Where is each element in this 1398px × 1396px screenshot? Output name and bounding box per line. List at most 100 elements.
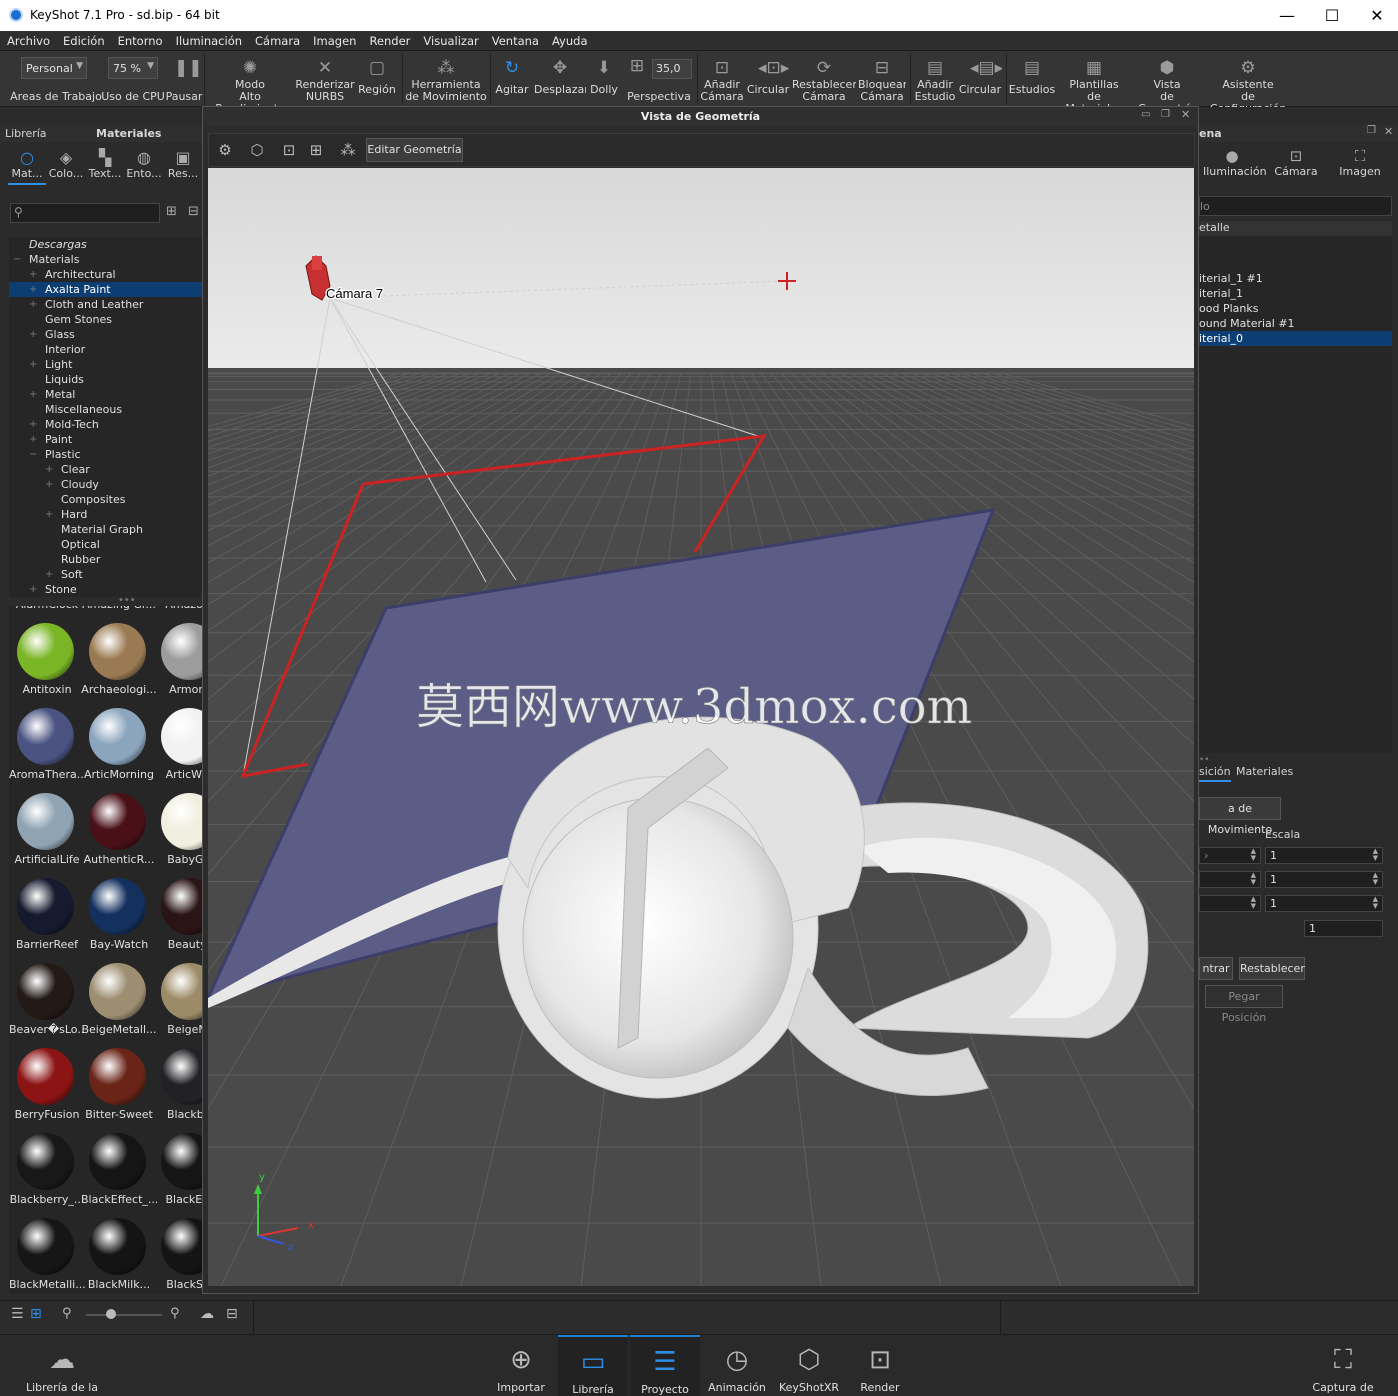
float-window-icon[interactable]: ❐: [1367, 125, 1376, 136]
scene-item[interactable]: [1199, 241, 1392, 256]
edit-geometry-button[interactable]: Editar Geometría: [366, 138, 463, 162]
project-button[interactable]: ☰ Proyecto: [630, 1335, 700, 1396]
tree-item[interactable]: Composites: [9, 492, 202, 507]
tree-expander-icon[interactable]: +: [29, 267, 37, 282]
material-thumbnail[interactable]: Antitoxin: [9, 613, 81, 698]
tree-item[interactable]: Rubber: [9, 552, 202, 567]
category-materials[interactable]: ○ Mat...: [8, 147, 46, 185]
tree-item[interactable]: + Stone: [9, 582, 202, 597]
lock-camera-button[interactable]: ⊟ Bloquear Cámara: [858, 51, 906, 107]
scene-tab-title[interactable]: ena: [1199, 127, 1222, 140]
tab-camera[interactable]: ⊡ Cámara: [1269, 147, 1323, 178]
position-y-input[interactable]: ▲ ▼: [1199, 871, 1261, 888]
category-colors[interactable]: ◈ Colo...: [47, 147, 85, 185]
menu-render[interactable]: Render: [362, 31, 416, 48]
performance-mode-button[interactable]: ✺Modo Alto Rendimiento: [208, 51, 292, 107]
scene-item[interactable]: iterial_0: [1199, 331, 1392, 346]
tree-item[interactable]: + Clear: [9, 462, 202, 477]
tree-item[interactable]: + Cloudy: [9, 477, 202, 492]
scale-x-input[interactable]: 1 ▲ ▼: [1265, 847, 1383, 864]
cloud-upload-icon[interactable]: ☁: [200, 1306, 214, 1322]
menu-ventana[interactable]: Ventana: [485, 31, 545, 48]
list-view-icon[interactable]: ☰: [11, 1306, 24, 1322]
tree-expander-icon[interactable]: +: [29, 387, 37, 402]
panel-close-icon[interactable]: ✕: [1384, 125, 1393, 138]
material-thumbnail[interactable]: BabyGra: [153, 783, 202, 868]
position-x-input[interactable]: › ▲ ▼: [1199, 847, 1261, 864]
tumble-button[interactable]: ↻ Agitar: [492, 51, 532, 107]
menu-archivo[interactable]: Archivo: [0, 31, 56, 48]
add-camera-button[interactable]: ⊡ Añadir Cámara: [700, 51, 744, 107]
reset-button[interactable]: Restablecer: [1239, 957, 1305, 980]
window-close-icon[interactable]: ✕: [1181, 108, 1190, 121]
tab-materials[interactable]: Materiales: [1236, 765, 1293, 778]
paste-position-button[interactable]: Pegar Posición: [1205, 985, 1283, 1024]
category-environments[interactable]: ◍ Ento...: [125, 147, 163, 185]
category-backplates[interactable]: ▣ Res...: [164, 147, 202, 185]
tree-item[interactable]: + Hard: [9, 507, 202, 522]
material-thumbnail[interactable]: Blackberry_...: [9, 1123, 84, 1208]
tree-item[interactable]: − Materials: [9, 252, 202, 267]
render-button[interactable]: ⊡ Render: [852, 1335, 908, 1396]
folder-icon[interactable]: ⊞: [166, 204, 177, 219]
scale-y-input[interactable]: 1 ▲ ▼: [1265, 871, 1383, 888]
material-thumbnail[interactable]: BerryFusion: [9, 1038, 81, 1123]
grid-icon[interactable]: ⊞: [304, 139, 328, 161]
tree-item[interactable]: + Architectural: [9, 267, 202, 282]
tree-expander-icon[interactable]: −: [29, 447, 37, 462]
material-thumbnail[interactable]: AlarmClock: [9, 606, 81, 613]
tree-expander-icon[interactable]: +: [29, 432, 37, 447]
move-icon[interactable]: ⁂: [336, 139, 360, 161]
material-thumbnail[interactable]: AromaThera...: [9, 698, 85, 783]
grid-view-icon[interactable]: ⊞: [30, 1306, 42, 1322]
tree-expander-icon[interactable]: +: [29, 282, 37, 297]
position-z-input[interactable]: ▲ ▼: [1199, 895, 1261, 912]
cycle-studio-button[interactable]: ◂▤▸ Circular: [958, 51, 1002, 107]
material-thumbnail[interactable]: Archaeologi...: [81, 613, 157, 698]
library-search-input[interactable]: ⚲: [10, 203, 160, 223]
render-nurbs-button[interactable]: ✕ Renderizar NURBS: [294, 51, 356, 107]
library-tab[interactable]: Librería: [5, 127, 47, 140]
tree-expander-icon[interactable]: +: [45, 507, 53, 522]
uniform-scale-input[interactable]: 1: [1304, 920, 1383, 937]
tab-image[interactable]: ⛶ Imagen: [1333, 147, 1387, 178]
material-thumbnail[interactable]: BlackEffect_...: [81, 1123, 157, 1208]
add-studio-button[interactable]: ▤ Añadir Estudio: [912, 51, 958, 107]
menu-edicion[interactable]: Edición: [56, 31, 111, 48]
scene-item[interactable]: ood Planks: [1199, 301, 1392, 316]
cube-icon[interactable]: ⬡: [245, 139, 269, 161]
settings-icon[interactable]: ⚙: [213, 139, 237, 161]
material-thumbnail[interactable]: Bay-Watch: [81, 868, 153, 953]
minimize-button[interactable]: —: [1264, 0, 1310, 31]
material-thumbnail[interactable]: BlackEffe: [153, 1123, 202, 1208]
material-thumbnail[interactable]: BarrierReef: [9, 868, 81, 953]
material-thumbnail[interactable]: AuthenticR...: [81, 783, 154, 868]
zoom-in-icon[interactable]: ⚲: [170, 1306, 180, 1321]
tree-item[interactable]: Interior: [9, 342, 202, 357]
material-thumbnail[interactable]: Amazing Gr...: [81, 606, 156, 613]
menu-visualizar[interactable]: Visualizar: [416, 31, 484, 48]
folder-upload-icon[interactable]: ⊟: [188, 204, 199, 219]
material-thumbnail[interactable]: Amazon I: [153, 606, 202, 613]
region-button[interactable]: ▢ Región: [356, 51, 398, 107]
tree-item[interactable]: Material Graph: [9, 522, 202, 537]
scene-search-input[interactable]: lo: [1199, 196, 1392, 216]
material-thumbnail[interactable]: ArticMorning: [81, 698, 154, 783]
window-restore-icon[interactable]: ❐: [1161, 109, 1170, 120]
move-tool-button[interactable]: a de Movimiento: [1199, 797, 1281, 836]
pause-button[interactable]: ❚❚ Pausar: [164, 51, 204, 107]
tree-item[interactable]: + Light: [9, 357, 202, 372]
scene-item[interactable]: iterial_1 #1: [1199, 271, 1392, 286]
thumbnail-size-slider[interactable]: [86, 1314, 162, 1316]
animation-button[interactable]: ◷ Animación: [706, 1335, 768, 1396]
tree-expander-icon[interactable]: +: [29, 357, 37, 372]
cloud-library-button[interactable]: ☁Librería de la Nube: [10, 1335, 114, 1396]
center-button[interactable]: ntrar: [1199, 957, 1233, 980]
tree-item[interactable]: + Metal: [9, 387, 202, 402]
category-textures[interactable]: ▚ Text...: [86, 147, 124, 185]
tree-expander-icon[interactable]: −: [13, 252, 21, 267]
material-thumbnail[interactable]: BeautyC: [153, 868, 202, 953]
menu-ayuda[interactable]: Ayuda: [545, 31, 594, 48]
tree-item[interactable]: Descargas: [9, 237, 202, 252]
studios-button[interactable]: ▤ Estudios: [1008, 51, 1056, 107]
